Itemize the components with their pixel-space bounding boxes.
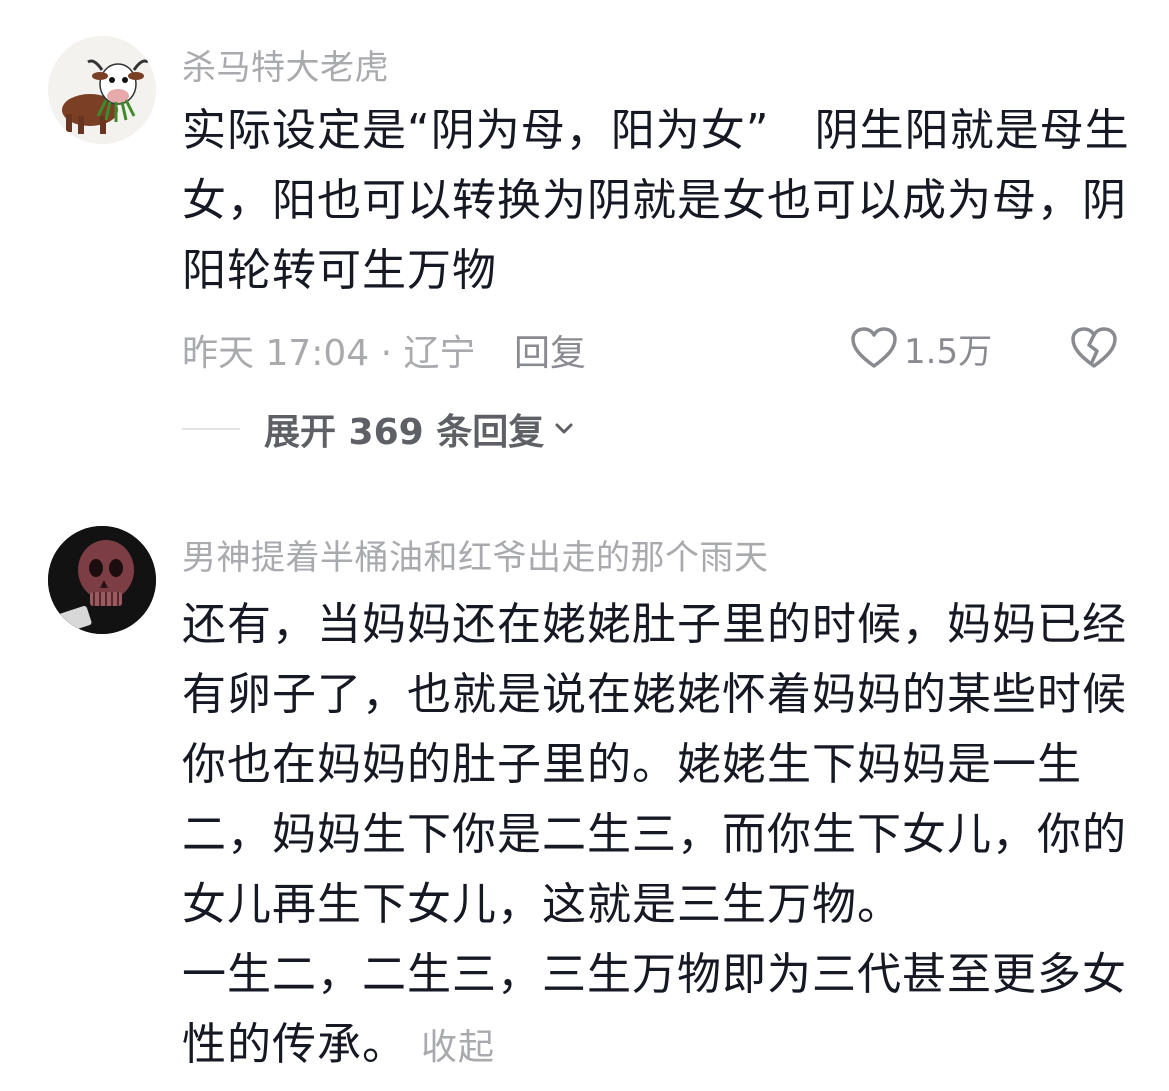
avatar[interactable] (48, 36, 156, 144)
comment-text-line: 实际设定是“阴为母，阳为女” 阴生阳就是母生 (182, 105, 1130, 156)
comment-time-location: 昨天 17:04 · 辽宁 (182, 333, 476, 374)
comment-text-tail: 性的传承。 (182, 1019, 407, 1070)
comment-username[interactable]: 男神提着半桶油和红爷出走的那个雨天 (182, 530, 769, 579)
cow-avatar-image (48, 36, 156, 144)
collapse-button[interactable]: 收起 (421, 1027, 495, 1068)
comment-text: 还有，当妈妈还在姥姥肚子里的时候，妈妈已经 有卵子了，也就是说在姥姥怀着妈妈的某… (182, 590, 1132, 1083)
skull-avatar-image (48, 526, 156, 634)
expand-replies[interactable]: 展开 369 条回复 (182, 404, 576, 454)
dislike-button[interactable] (1070, 326, 1118, 370)
broken-heart-icon (1071, 327, 1117, 368)
comment-text-line: 有卵子了，也就是说在姥姥怀着妈妈的某些时候 (182, 669, 1127, 720)
expand-replies-label[interactable]: 展开 369 条回复 (264, 403, 544, 455)
heart-outline-icon (851, 327, 897, 368)
comment-text-line: 阳轮转可生万物 (182, 245, 497, 296)
comment-text-line-last: 性的传承。 收起 (182, 1010, 1132, 1083)
chevron-down-icon (555, 423, 573, 434)
like-button[interactable]: 1.5万 (850, 326, 993, 372)
comment-meta: 昨天 17:04 · 辽宁 回复 1.5万 (182, 324, 1122, 374)
comment-text-line: 女，阳也可以转换为阴就是女也可以成为母，阴 (182, 175, 1127, 226)
divider (182, 428, 240, 430)
reply-button[interactable]: 回复 (514, 324, 586, 376)
comment-text-line: 还有，当妈妈还在姥姥肚子里的时候，妈妈已经 (182, 599, 1127, 650)
comment-text-line: 你也在妈妈的肚子里的。姥姥生下妈妈是一生 (182, 739, 1082, 790)
comment-text: 实际设定是“阴为母，阳为女” 阴生阳就是母生 女，阳也可以转换为阴就是女也可以成… (182, 96, 1132, 306)
comment-text-line: 一生二，二生三，三生万物即为三代甚至更多女 (182, 949, 1127, 1000)
comment-text-line: 二，妈妈生下你是二生三，而你生下女儿，你的 (182, 809, 1127, 860)
comment-username[interactable]: 杀马特大老虎 (182, 40, 389, 89)
like-count: 1.5万 (904, 331, 993, 372)
avatar[interactable] (48, 526, 156, 634)
comment-text-line: 女儿再生下女儿，这就是三生万物。 (182, 879, 902, 930)
